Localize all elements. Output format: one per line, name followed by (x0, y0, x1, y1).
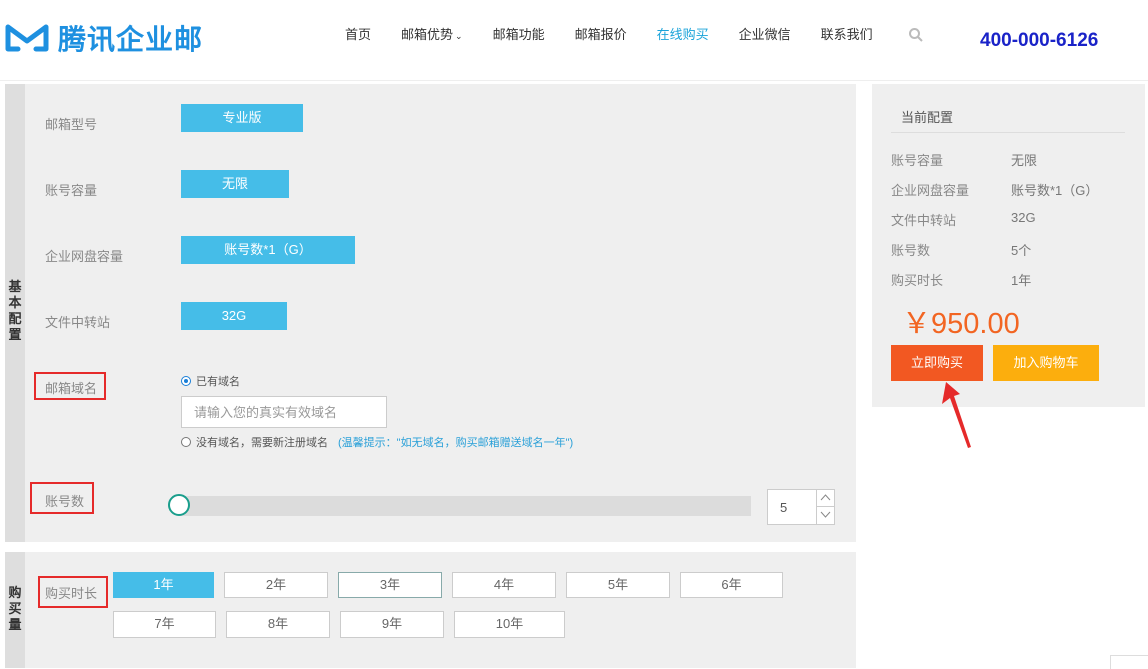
year-option-2[interactable]: 2年 (224, 572, 328, 598)
accounts-slider-handle[interactable] (168, 494, 190, 516)
chevron-up-icon (820, 494, 831, 501)
stepper-down-button[interactable] (816, 507, 834, 524)
radio-selected-icon[interactable] (181, 376, 191, 386)
tencent-mail-logo-icon (5, 24, 49, 52)
file-transfer-label: 文件中转站 (45, 315, 111, 330)
summary-value: 32G (1011, 210, 1036, 225)
year-option-1[interactable]: 1年 (113, 572, 214, 598)
domain-tip: (温馨提示："如无域名，购买邮箱赠送域名一年") (338, 437, 574, 449)
purchase-side-label: 购 买 量 (5, 585, 25, 633)
year-option-3[interactable]: 3年 (338, 572, 442, 598)
nav-home[interactable]: 首页 (345, 24, 371, 43)
stepper-up-button[interactable] (816, 490, 834, 507)
basic-config-side-label: 基 本 配 置 (5, 279, 25, 343)
domain-has-label: 已有域名 (196, 376, 240, 388)
buy-now-button[interactable]: 立即购买 (891, 345, 983, 381)
accounts-stepper[interactable]: 5 (767, 489, 835, 525)
search-icon[interactable] (908, 27, 924, 43)
nav-features[interactable]: 邮箱功能 (493, 24, 545, 43)
current-config-title: 当前配置 (901, 110, 954, 125)
disk-capacity-option[interactable]: 账号数*1（G） (181, 236, 355, 264)
year-option-10[interactable]: 10年 (454, 611, 565, 638)
summary-value: 无限 (1011, 153, 1038, 168)
file-transfer-option[interactable]: 32G (181, 302, 287, 330)
nav-contact[interactable]: 联系我们 (821, 24, 873, 43)
year-option-4[interactable]: 4年 (452, 572, 556, 598)
domain-none-label: 没有域名，需要新注册域名 (196, 437, 328, 449)
annotation-arrow-icon (942, 382, 971, 448)
summary-value: 5个 (1011, 243, 1032, 258)
nav-advantages-label: 邮箱优势 (401, 27, 454, 42)
summary-key: 文件中转站 (891, 213, 957, 228)
duration-label: 购买时长 (45, 586, 98, 601)
capacity-label: 账号容量 (45, 183, 98, 198)
logo-text: 腾讯企业邮 (58, 24, 204, 55)
chevron-down-icon: ⌄ (455, 31, 463, 41)
main-nav: 首页 邮箱优势 ⌄ 邮箱功能 邮箱报价 在线购买 企业微信 联系我们 (330, 24, 888, 43)
divider (891, 132, 1125, 133)
year-option-9[interactable]: 9年 (340, 611, 444, 638)
hotline-number: 400-000-6126 (980, 30, 1099, 51)
side-char: 购 (8, 585, 22, 600)
summary-key: 购买时长 (891, 273, 944, 288)
side-char: 配 (8, 311, 22, 326)
mailbox-type-label: 邮箱型号 (45, 117, 98, 132)
year-option-8[interactable]: 8年 (226, 611, 330, 638)
accounts-slider-track[interactable] (180, 496, 751, 516)
floating-widget[interactable] (1110, 655, 1148, 669)
summary-value: 1年 (1011, 273, 1032, 288)
side-char: 量 (8, 617, 22, 632)
summary-row: 账号容量 无限 (891, 150, 1037, 169)
disk-capacity-label: 企业网盘容量 (45, 249, 124, 264)
year-option-7[interactable]: 7年 (113, 611, 216, 638)
nav-pricing[interactable]: 邮箱报价 (575, 24, 627, 43)
capacity-option[interactable]: 无限 (181, 170, 289, 198)
side-char: 置 (8, 327, 22, 342)
radio-unselected-icon[interactable] (181, 437, 191, 447)
accounts-stepper-value: 5 (780, 500, 788, 515)
year-option-5[interactable]: 5年 (566, 572, 670, 598)
nav-buy-online[interactable]: 在线购买 (657, 24, 709, 43)
add-to-cart-button[interactable]: 加入购物车 (993, 345, 1099, 381)
logo[interactable]: 腾讯企业邮 (4, 18, 203, 58)
domain-input[interactable] (181, 396, 387, 428)
summary-key: 账号容量 (891, 153, 944, 168)
summary-value: 账号数*1（G） (1011, 183, 1099, 198)
purchase-panel (5, 552, 856, 668)
summary-row: 账号数 5个 (891, 240, 1031, 259)
side-char: 基 (8, 279, 22, 294)
side-char: 本 (8, 295, 22, 310)
accounts-label: 账号数 (45, 494, 85, 509)
year-option-6[interactable]: 6年 (680, 572, 783, 598)
domain-has-option[interactable]: 已有域名 (181, 373, 240, 389)
site-header: 腾讯企业邮 首页 邮箱优势 ⌄ 邮箱功能 邮箱报价 在线购买 企业微信 联系我们 … (0, 0, 1148, 81)
summary-row: 文件中转站 32G (891, 210, 1036, 229)
nav-advantages[interactable]: 邮箱优势 ⌄ (401, 24, 463, 43)
summary-key: 企业网盘容量 (891, 183, 970, 198)
total-price: ￥950.00 (902, 308, 1020, 340)
side-char: 买 (8, 601, 22, 616)
domain-label: 邮箱域名 (45, 381, 98, 396)
summary-row: 购买时长 1年 (891, 270, 1031, 289)
chevron-down-icon (820, 511, 831, 518)
basic-config-panel (5, 84, 856, 542)
summary-row: 企业网盘容量 账号数*1（G） (891, 180, 1098, 199)
domain-none-option[interactable]: 没有域名，需要新注册域名 (温馨提示："如无域名，购买邮箱赠送域名一年") (181, 434, 573, 450)
mailbox-type-option[interactable]: 专业版 (181, 104, 303, 132)
nav-wecom[interactable]: 企业微信 (739, 24, 791, 43)
summary-key: 账号数 (891, 243, 931, 258)
